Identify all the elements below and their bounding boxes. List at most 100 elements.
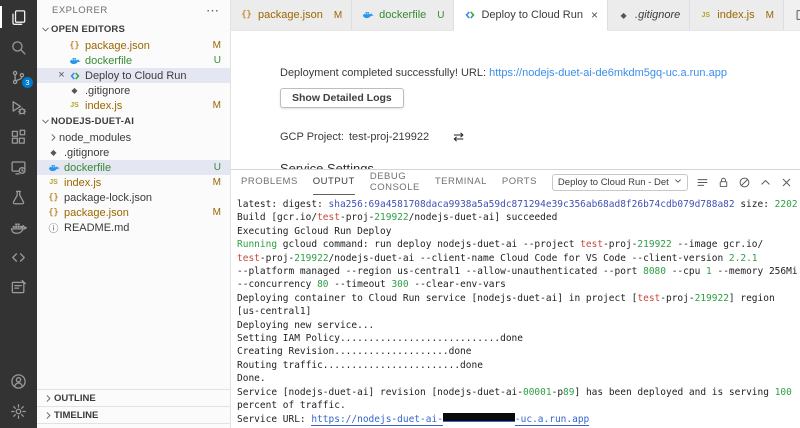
sidebar-section-timeline[interactable]: TIMELINE <box>37 406 230 423</box>
service-url-link[interactable]: https://nodejs-duet-ai- <box>311 413 443 426</box>
activity-item-explorer[interactable] <box>0 2 37 32</box>
tab-label: package.json <box>258 9 323 21</box>
activity-item-run-debug[interactable] <box>0 92 37 122</box>
output-text: test <box>580 239 604 251</box>
open-editor-item[interactable]: ◆ .gitignore <box>37 83 230 98</box>
git-status-badge: M <box>212 207 221 218</box>
bottom-panel: PROBLEMS OUTPUT DEBUG CONSOLE TERMINAL PORTS… <box>231 169 800 428</box>
tab-index-js[interactable]: JS index.js M <box>690 0 784 30</box>
gcp-project-row: GCP Project: test-proj-219922 ⇄ <box>280 129 788 145</box>
switch-project-icon[interactable]: ⇄ <box>453 129 464 145</box>
activity-item-account[interactable] <box>0 366 37 396</box>
js-file-icon: JS <box>49 179 58 186</box>
activity-bar-top: 3 <box>0 2 37 302</box>
output-text: /nodejs-duet-ai] succeeded <box>408 212 558 224</box>
tabs: {} package.json Mdockerfile U Deploy to Clou… <box>231 0 784 31</box>
deployment-status-text: Deployment completed successfully! URL: <box>280 67 490 79</box>
maximize-panel-icon[interactable] <box>759 176 772 189</box>
open-editor-item[interactable]: × Deploy to Cloud Run <box>37 68 230 83</box>
show-detailed-logs-button[interactable]: Show Detailed Logs <box>280 88 404 108</box>
js-file-icon: JS <box>70 102 79 109</box>
output-text: Build [gcr.io/ <box>237 212 318 224</box>
panel-tab-output[interactable]: OUTPUT <box>312 170 355 195</box>
panel-tabs: PROBLEMS OUTPUT DEBUG CONSOLE TERMINAL PORTS <box>241 170 552 195</box>
chevron-down-icon <box>39 116 51 128</box>
output-text: Service URL: <box>237 413 312 425</box>
output-log: latest: digest: sha256:69a4581708daca993… <box>231 195 800 428</box>
docker-file-icon <box>68 54 81 67</box>
account-icon <box>10 373 27 390</box>
tree-item[interactable]: JS index.js M <box>37 175 230 190</box>
git-status-badge: U <box>213 162 221 173</box>
panel-tab-problems[interactable]: PROBLEMS <box>241 170 298 195</box>
git-status-badge: M <box>212 40 221 51</box>
section-label: OUTLINE <box>54 392 96 404</box>
tab-dockerfile[interactable]: dockerfile U <box>352 0 455 30</box>
panel-tab-debug-console[interactable]: DEBUG CONSOLE <box>370 170 420 195</box>
gcp-project-value: test-proj-219922 <box>349 131 430 143</box>
file-label: package.json <box>64 206 129 219</box>
open-editor-item[interactable]: {} package.json M <box>37 38 230 53</box>
panel-tab-ports[interactable]: PORTS <box>502 170 537 195</box>
docker-icon <box>10 219 27 236</box>
clear-output-icon[interactable] <box>738 176 751 189</box>
tree-item[interactable]: ⓘ README.md <box>37 220 230 236</box>
file-label: Deploy to Cloud Run <box>85 69 187 82</box>
tree-item[interactable]: {} package.json M <box>37 205 230 220</box>
remote-explorer-icon <box>10 159 27 176</box>
git-status-badge: U <box>437 9 445 21</box>
tab-deploy-to-cloud-run[interactable]: Deploy to Cloud Run × <box>454 0 609 31</box>
output-text: ] has been deployed and is serving <box>574 386 775 398</box>
close-editor-icon[interactable]: × <box>55 70 68 81</box>
open-editors-section: OPEN EDITORS {} package.json Mdockerfile U ×… <box>37 21 230 113</box>
activity-item-duet-ai[interactable] <box>0 272 37 302</box>
service-url-link[interactable]: -uc.a.run.app <box>514 413 590 426</box>
output-text: 219922 <box>294 252 329 264</box>
output-line: test-proj-219922/nodejs-duet-ai --client… <box>237 252 800 265</box>
explorer-title: EXPLORER <box>52 5 108 16</box>
close-panel-icon[interactable] <box>780 176 793 189</box>
output-line: Deploying new service... <box>237 319 800 332</box>
open-editor-item[interactable]: JS index.js M <box>37 98 230 113</box>
redaction-box <box>442 412 515 422</box>
activity-item-extensions[interactable] <box>0 122 37 152</box>
project-header[interactable]: NODEJS-DUET-AI <box>37 113 230 130</box>
activity-item-search[interactable] <box>0 32 37 62</box>
activity-item-source-control[interactable]: 3 <box>0 62 37 92</box>
output-channel-select[interactable]: Deploy to Cloud Run - Det <box>551 174 688 191</box>
panel-action-icons <box>696 176 793 189</box>
tree-item[interactable]: ◆ .gitignore <box>37 145 230 160</box>
panel-tab-terminal[interactable]: TERMINAL <box>435 170 487 195</box>
tree-item[interactable]: dockerfile U <box>37 160 230 175</box>
output-text: /nodejs-duet-ai --client-name Cloud Code… <box>328 252 729 264</box>
deployment-url-link[interactable]: https://nodejs-duet-ai-de6mkdm5gq-uc.a.r… <box>489 67 727 79</box>
output-line: Deploying container to Cloud Run service… <box>237 292 800 305</box>
activity-item-cloud-code[interactable] <box>0 242 37 272</box>
lock-scroll-icon[interactable] <box>717 176 730 189</box>
output-text: latest: digest: <box>237 199 329 210</box>
tab--gitignore[interactable]: ◆ .gitignore <box>608 0 691 30</box>
file-label: .gitignore <box>85 84 131 97</box>
open-editors-header[interactable]: OPEN EDITORS <box>37 21 230 38</box>
output-text: 2202 <box>774 199 798 210</box>
sidebar-section-outline[interactable]: OUTLINE <box>37 389 230 406</box>
activity-item-settings[interactable] <box>0 396 37 426</box>
tree-item[interactable]: node_modules <box>37 130 230 145</box>
output-filter-icon[interactable] <box>696 176 709 189</box>
open-editor-item[interactable]: dockerfile U <box>37 53 230 68</box>
tree-item[interactable]: {} package-lock.json <box>37 190 230 205</box>
sidebar-explorer: EXPLORER ⋯ OPEN EDITORS {} package.json Md… <box>37 0 231 428</box>
close-tab-icon[interactable]: × <box>591 9 598 21</box>
output-text: -p <box>551 386 564 398</box>
explorer-more-actions-icon[interactable]: ⋯ <box>206 3 220 19</box>
tab-package-json[interactable]: {} package.json M <box>231 0 353 30</box>
activity-item-testing[interactable] <box>0 182 37 212</box>
json-file-icon: {} <box>48 192 59 203</box>
output-text: test <box>637 292 661 304</box>
panel-header: PROBLEMS OUTPUT DEBUG CONSOLE TERMINAL PORTS… <box>231 170 800 195</box>
output-text: 8080 <box>643 266 666 278</box>
split-editor-icon[interactable] <box>795 8 800 22</box>
activity-item-docker[interactable] <box>0 212 37 242</box>
output-text: --timeout <box>328 279 392 291</box>
activity-item-remote-explorer[interactable] <box>0 152 37 182</box>
